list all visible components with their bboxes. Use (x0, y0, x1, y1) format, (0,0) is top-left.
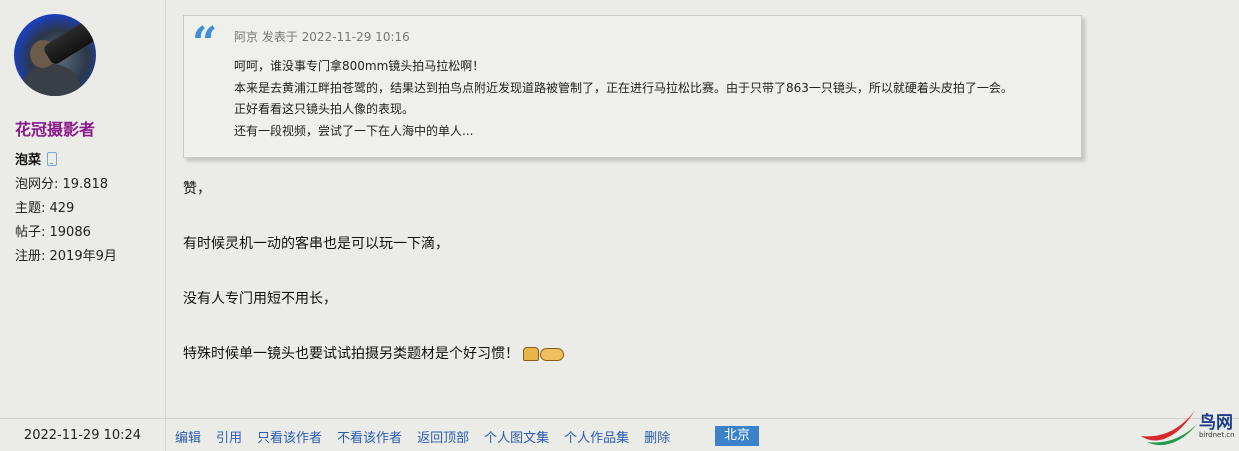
reply-line-last: 特殊时候单一镜头也要试试拍摄另类题材是个好习惯！ (183, 343, 565, 363)
avatar-figure-body (20, 64, 82, 96)
location-badge: 北京 (715, 426, 759, 446)
reply-line: 赞， (183, 181, 211, 197)
quote-line: 呵呵，谁没事专门拿800mm镜头拍马拉松啊！ (234, 59, 485, 73)
author-rank-label: 泡菜 (15, 153, 42, 168)
avatar-camera-lens (42, 19, 96, 67)
quote-line: 正好看看这只镜头拍人像的表现。 (234, 102, 415, 116)
post-footer: 2022-11-29 10:24 编辑 引用 只看该作者 不看该作者 返回顶部 … (0, 418, 1239, 451)
quote-body: 呵呵，谁没事专门拿800mm镜头拍马拉松啊！ 本来是去黄浦江畔拍苍鹭的，结果达到… (234, 56, 1074, 142)
only-author-link[interactable]: 只看该作者 (257, 427, 322, 446)
stat-posts: 帖子: 19086 (15, 225, 91, 240)
quote-line: 还有一段视频，尝试了一下在人海中的单人... (234, 123, 474, 138)
back-to-top-link[interactable]: 返回顶部 (417, 427, 469, 446)
personal-gallery-link[interactable]: 个人图文集 (484, 427, 549, 446)
hide-author-link[interactable]: 不看该作者 (337, 427, 402, 446)
bird-swoosh-icon (1141, 410, 1197, 446)
post-timestamp: 2022-11-29 10:24 (0, 419, 166, 451)
logo-site-text: birdnet.cn (1199, 431, 1235, 439)
post-actions: 编辑 引用 只看该作者 不看该作者 返回顶部 个人图文集 个人作品集 删除 (175, 427, 670, 446)
personal-works-link[interactable]: 个人作品集 (564, 427, 629, 446)
reply-line: 没有人专门用短不用长， (183, 291, 337, 307)
author-username[interactable]: 花冠摄影者 (15, 116, 95, 140)
reply-line-text: 特殊时候单一镜头也要试试拍摄另类题材是个好习惯！ (183, 346, 519, 362)
reply-line: 有时候灵机一动的客串也是可以玩一下滴， (183, 236, 449, 252)
quote-link[interactable]: 引用 (216, 427, 242, 446)
quote-line: 本来是去黄浦江畔拍苍鹭的，结果达到拍鸟点附近发现道路被管制了，正在进行马拉松比赛… (234, 80, 1013, 95)
handshake-emoji-icon (523, 345, 565, 363)
logo-brand-text: 鸟网 (1199, 413, 1233, 433)
stat-topics: 主题: 429 (15, 201, 75, 216)
quote-icon: “ (192, 18, 218, 69)
avatar[interactable] (14, 14, 96, 96)
birdnet-logo: 鸟网 birdnet.cn (1137, 402, 1237, 448)
delete-link[interactable]: 删除 (644, 427, 670, 446)
handshake-icon (540, 348, 564, 361)
stat-registered: 注册: 2019年9月 (15, 249, 117, 264)
edit-link[interactable]: 编辑 (175, 427, 201, 446)
quoted-post: “ 阿京 发表于 2022-11-29 10:16 呵呵，谁没事专门拿800mm… (183, 15, 1082, 158)
quote-header: 阿京 发表于 2022-11-29 10:16 (234, 30, 410, 44)
mobile-icon (47, 151, 58, 166)
author-rank: 泡菜 (15, 149, 58, 168)
thumbs-up-icon (523, 347, 539, 361)
author-sidebar: 花冠摄影者 泡菜 泡网分: 19.818 主题: 429 帖子: 19086 注… (0, 0, 166, 418)
stat-score: 泡网分: 19.818 (15, 177, 108, 192)
